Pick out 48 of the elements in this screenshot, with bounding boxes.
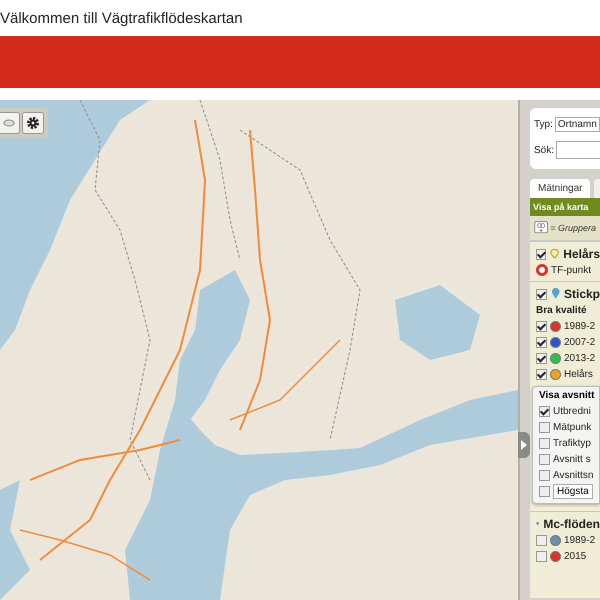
layer-label: 2015 (564, 550, 586, 562)
checkbox[interactable] (536, 368, 547, 380)
layer-label: 1989-2 (564, 320, 596, 332)
legend-text: = Gruppera (550, 223, 596, 233)
checkbox[interactable] (536, 320, 547, 332)
checkbox[interactable] (539, 406, 550, 416)
ring-icon (536, 264, 548, 276)
collapse-arrow-icon (520, 439, 528, 451)
box-title: Visa avsnitt (539, 390, 596, 401)
option-label: Avsnittsn (553, 470, 594, 480)
checkbox[interactable] (536, 336, 547, 348)
checkbox[interactable] (539, 422, 550, 432)
layer-label: 2013-2 (564, 352, 596, 364)
checkbox[interactable] (536, 288, 547, 300)
checkbox[interactable] (536, 352, 547, 364)
layer-label: 1989-2 (564, 534, 596, 546)
pin-icon (550, 288, 560, 300)
layer-label: TF-punkt (551, 264, 592, 276)
layers-icon (3, 118, 15, 128)
option-label: Avsnitt s (553, 454, 591, 464)
search-field[interactable] (556, 141, 600, 159)
checkbox[interactable] (539, 438, 550, 448)
panel-header: Visa på karta (530, 198, 600, 216)
search-label: Sök: (534, 144, 554, 156)
subheading: Bra kvalité (536, 304, 587, 316)
section-title: Helårs (563, 247, 600, 261)
settings-icon (26, 116, 40, 130)
bulb-icon (550, 248, 560, 260)
layer-label: 2007-2 (564, 336, 596, 348)
option-label: Mätpunk (553, 422, 592, 432)
page-title: Välkommen till Vägtrafikflödeskartan (0, 10, 243, 26)
checkbox[interactable] (539, 454, 550, 464)
option-label: Trafiktyp (553, 438, 591, 448)
checkbox[interactable] (536, 248, 546, 260)
tab[interactable]: Mätningar (530, 179, 590, 198)
layer-label: Helårs (564, 368, 593, 380)
type-select[interactable]: Ortnamn (554, 117, 600, 132)
checkbox[interactable] (536, 550, 547, 562)
checkbox[interactable] (539, 486, 550, 496)
section-title: Stickp (564, 287, 600, 301)
checkbox[interactable] (539, 470, 550, 480)
collapse-handle[interactable] (518, 432, 530, 458)
type-label: Typ: (534, 119, 553, 130)
checkbox[interactable] (536, 534, 547, 546)
option-label: Utbredni (553, 406, 591, 416)
section-title: Mc-flöden (543, 517, 600, 531)
level-select[interactable]: Högsta (553, 484, 593, 498)
settings-button[interactable] (22, 112, 44, 134)
